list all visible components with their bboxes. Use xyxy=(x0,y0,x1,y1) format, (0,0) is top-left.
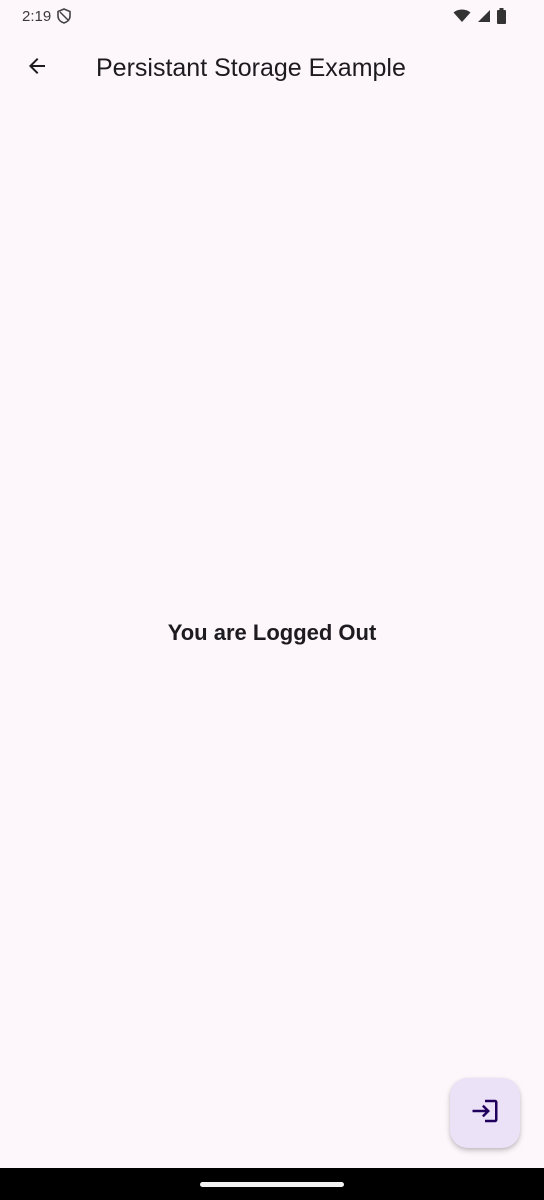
status-time: 2:19 xyxy=(22,7,52,25)
login-button[interactable] xyxy=(450,1078,520,1148)
screen: 2:19 Persistant Storage Example You are … xyxy=(0,0,544,1200)
page-title: Persistant Storage Example xyxy=(96,53,406,82)
back-button[interactable] xyxy=(13,44,61,92)
logged-out-message: You are Logged Out xyxy=(167,620,377,645)
wifi-icon xyxy=(453,9,471,23)
navigation-bar xyxy=(0,1168,544,1200)
home-gesture-handle[interactable] xyxy=(200,1182,344,1187)
status-right xyxy=(453,8,506,24)
arrow-left-icon xyxy=(25,54,49,83)
app-bar: Persistant Storage Example xyxy=(0,32,544,104)
status-left: 2:19 xyxy=(22,7,72,25)
shield-icon xyxy=(57,8,72,24)
status-bar: 2:19 xyxy=(0,0,544,32)
battery-icon xyxy=(497,8,506,24)
signal-icon xyxy=(477,9,491,23)
login-icon xyxy=(470,1096,500,1131)
